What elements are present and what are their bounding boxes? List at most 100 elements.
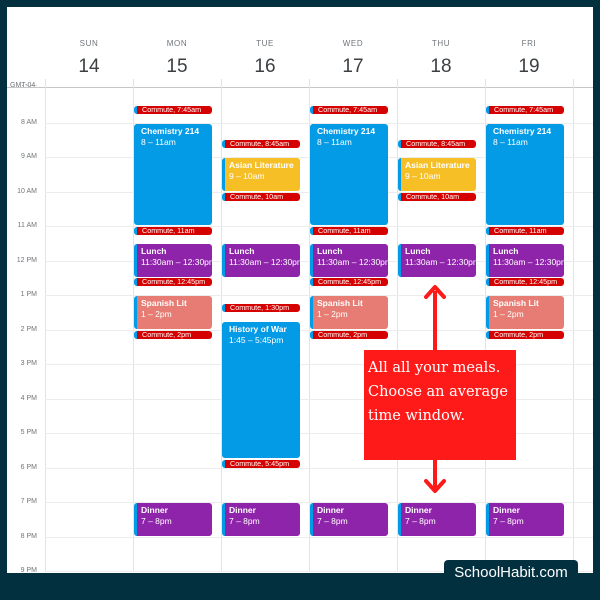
event-title: Chemistry 214 [317,125,376,136]
event-title: Dinner [493,505,520,515]
header-divider [7,87,593,88]
day-number-17[interactable]: 17 [309,56,397,78]
calendar-event[interactable]: Dinner 7 – 8pm [222,503,300,536]
day-number-16[interactable]: 16 [221,56,309,78]
calendar-event[interactable]: Lunch 11:30am – 12:30pm [134,244,212,277]
event-title: Dinner [141,505,168,515]
event-title: Dinner [405,505,432,515]
day-number-19[interactable]: 19 [485,56,573,78]
event-time: 1:45 – 5:45pm [229,334,284,345]
day-name-fri: FRI [521,39,537,48]
calendar-event[interactable]: Lunch 11:30am – 12:30pm [310,244,388,277]
commute-event[interactable]: Commute, 7:45am [310,105,388,114]
hour-label: 10 AM [17,187,37,195]
arrow-down-head-icon [424,479,446,493]
calendar-event[interactable]: Asian Literature 9 – 10am [398,158,476,191]
hour-label: 7 AM [7,85,37,89]
event-title: Spanish Lit [141,298,187,308]
hour-label: 9 AM [21,153,37,160]
day-column-divider [573,79,574,571]
commute-event[interactable]: Commute, 5:45pm [222,459,300,468]
hour-label: 9 PM [20,567,37,573]
commute-event[interactable]: Commute, 11am [310,227,388,235]
commute-event[interactable]: Commute, 8:45am [222,140,300,149]
event-time: 1 – 2pm [317,309,348,319]
hour-label: 8 PM [20,532,37,540]
commute-event[interactable]: Commute, 7:45am [486,105,564,114]
commute-event[interactable]: Commute, 8:45am [398,140,476,149]
event-time: 11:30am – 12:30pm [405,257,476,268]
event-title: Chemistry 214 [141,125,200,136]
calendar-event[interactable]: Dinner 7 – 8pm [486,503,564,536]
hour-gridline [45,536,593,538]
event-time: 11:30am – 12:30pm [317,257,388,268]
commute-event[interactable]: Commute, 1:30pm [222,304,300,313]
hour-label: 8 AM [21,118,37,126]
calendar-event[interactable]: Asian Literature 9 – 10am [222,158,300,191]
meal-callout: All all your meals. Choose an average ti… [364,350,516,460]
event-time: 11:30am – 12:30pm [141,257,212,268]
day-number-18[interactable]: 18 [397,56,485,78]
calendar-event[interactable]: Lunch 11:30am – 12:30pm [486,244,564,277]
day-number-15[interactable]: 15 [133,56,221,78]
event-time: 7 – 8pm [405,516,436,526]
calendar-event[interactable]: Chemistry 214 8 – 11am [310,123,388,225]
event-title: History of War [229,323,287,334]
calendar-event[interactable]: Lunch 11:30am – 12:30pm [222,244,300,277]
commute-event[interactable]: Commute, 2pm [486,330,564,339]
event-title: Spanish Lit [493,298,539,308]
calendar-event[interactable]: Dinner 7 – 8pm [310,503,388,536]
calendar-event[interactable]: Spanish Lit 1 – 2pm [486,296,564,329]
event-time: 7 – 8pm [141,516,172,526]
hour-label: 6 PM [20,463,37,471]
event-title: Lunch [493,246,519,257]
event-time: 8 – 11am [141,136,176,147]
event-time: 11:30am – 12:30pm [493,257,564,268]
hour-label: 3 PM [20,360,37,367]
commute-event[interactable]: Commute, 10am [222,192,300,201]
calendar-event[interactable]: Spanish Lit 1 – 2pm [310,296,388,329]
commute-event[interactable]: Commute, 11am [486,227,564,235]
event-title: Asian Literature [229,160,294,170]
event-time: 11:30am – 12:30pm [229,257,300,268]
commute-event[interactable]: Commute, 12:45pm [486,278,564,287]
hour-label: 1 PM [20,291,37,298]
event-title: Lunch [229,246,255,257]
hour-label: 2 PM [20,325,37,333]
day-name-thu: THU [431,39,451,48]
commute-event[interactable]: Commute, 7:45am [134,105,212,114]
commute-event[interactable]: Commute, 12:45pm [134,278,212,287]
hour-gridline [45,467,593,469]
day-name-wed: WED [342,39,364,48]
commute-event[interactable]: Commute, 12:45pm [310,278,388,287]
arrow-up-head-icon [424,285,446,299]
event-time: 7 – 8pm [229,516,260,526]
calendar-event[interactable]: Chemistry 214 8 – 11am [486,123,564,225]
hour-label: 4 PM [20,394,37,402]
event-title: Chemistry 214 [493,125,552,136]
day-name-sun: SUN [79,39,99,48]
event-title: Dinner [317,505,344,515]
calendar-event[interactable]: Dinner 7 – 8pm [398,503,476,536]
event-time: 9 – 10am [229,171,265,181]
event-time: 8 – 11am [493,136,528,147]
hour-label: 7 PM [20,498,37,505]
event-time: 7 – 8pm [493,516,524,526]
commute-event[interactable]: Commute, 11am [134,227,212,235]
commute-event[interactable]: Commute, 10am [398,192,476,201]
event-time: 8 – 11am [317,136,352,147]
calendar-event[interactable]: Lunch 11:30am – 12:30pm [398,244,476,277]
event-title: Asian Literature [405,160,470,170]
calendar-event[interactable]: History of War 1:45 – 5:45pm [222,321,300,458]
commute-event[interactable]: Commute, 2pm [134,330,212,339]
calendar-event[interactable]: Spanish Lit 1 – 2pm [134,296,212,329]
hour-label: 5 PM [20,429,37,436]
calendar-event[interactable]: Dinner 7 – 8pm [134,503,212,536]
event-time: 1 – 2pm [141,309,172,319]
event-title: Spanish Lit [317,298,363,308]
day-name-tue: TUE [256,39,274,48]
day-number-14[interactable]: 14 [45,56,133,78]
calendar-event[interactable]: Chemistry 214 8 – 11am [134,123,212,225]
commute-event[interactable]: Commute, 2pm [310,330,388,339]
event-time: 1 – 2pm [493,309,524,319]
